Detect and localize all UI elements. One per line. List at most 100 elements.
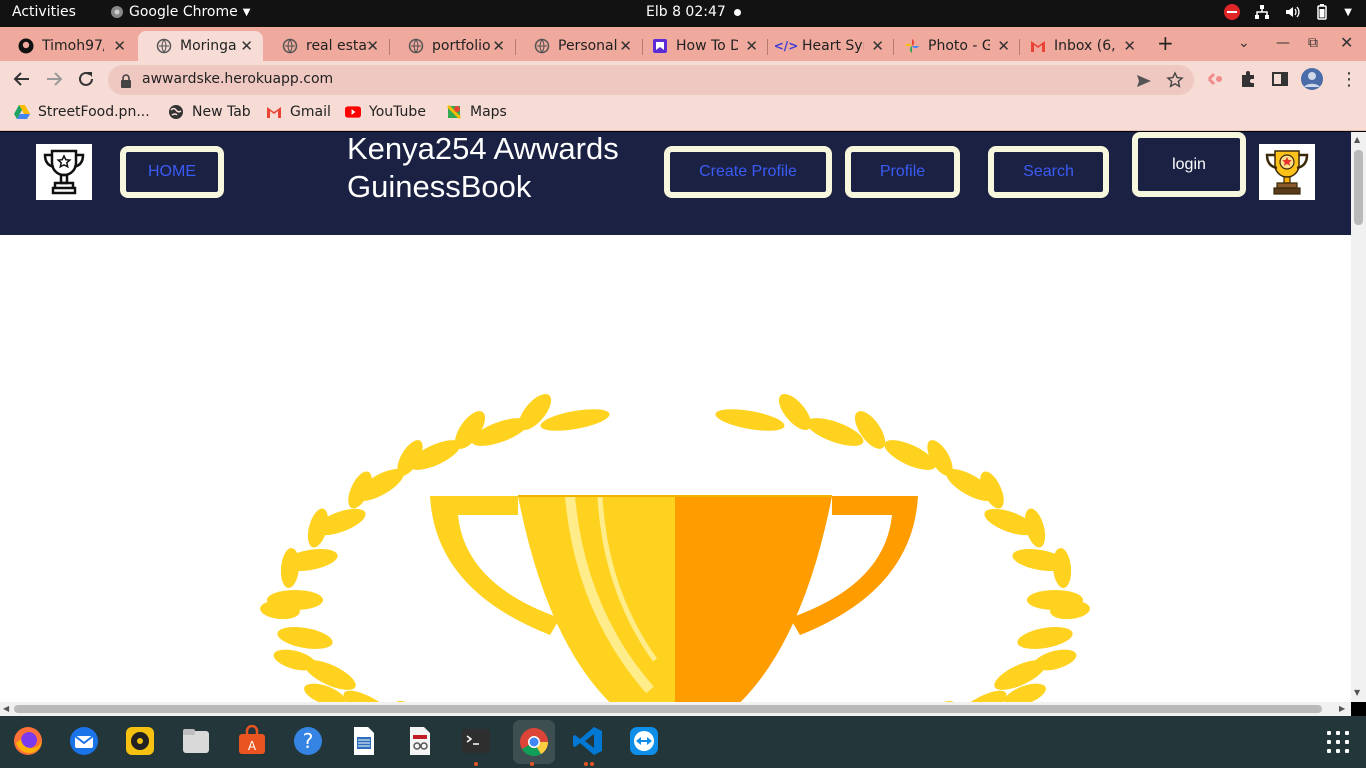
- bookmark-youtube[interactable]: YouTube: [345, 104, 426, 120]
- tab-strip: Timoh97/ ✕ Moringa ✕ real estat ✕ portfo…: [0, 27, 1366, 61]
- pinwheel-icon: [904, 38, 920, 54]
- page-viewport: HOME Kenya254 Awwards GuinessBook Create…: [0, 132, 1351, 702]
- do-not-disturb-icon[interactable]: [1224, 4, 1241, 20]
- tab-title: portfolio: [432, 38, 491, 54]
- thunderbird-icon[interactable]: [67, 724, 101, 758]
- trophy-hero-image: [260, 393, 1090, 702]
- create-profile-button[interactable]: Create Profile: [664, 146, 832, 198]
- globe-icon: [534, 38, 550, 54]
- firefox-icon[interactable]: [11, 724, 45, 758]
- help-icon[interactable]: ?: [291, 724, 325, 758]
- code-icon: </>: [773, 39, 799, 53]
- address-bar[interactable]: awwardske.herokuapp.com: [108, 65, 1194, 95]
- kebab-menu-icon[interactable]: ⋮: [1340, 69, 1358, 90]
- globe-icon: [168, 104, 184, 120]
- show-applications-icon[interactable]: [1327, 731, 1349, 753]
- close-tab-icon[interactable]: ✕: [492, 37, 505, 55]
- software-icon[interactable]: A: [235, 724, 269, 758]
- restore-icon[interactable]: ⧉: [1308, 35, 1318, 51]
- youtube-icon: [345, 104, 361, 120]
- bookmark-label: New Tab: [192, 104, 251, 120]
- vertical-scroll-thumb[interactable]: [1354, 150, 1363, 225]
- url-text[interactable]: awwardske.herokuapp.com: [142, 71, 333, 87]
- globe-icon: [408, 38, 424, 54]
- rhythmbox-icon[interactable]: [123, 724, 157, 758]
- close-tab-icon[interactable]: ✕: [240, 37, 253, 55]
- side-panel-icon[interactable]: [1271, 70, 1289, 92]
- profile-avatar[interactable]: [1301, 68, 1323, 94]
- activities-button[interactable]: Activities: [12, 4, 76, 20]
- terminal-icon[interactable]: [459, 724, 493, 758]
- document-viewer-icon[interactable]: [403, 724, 437, 758]
- chevron-down-icon: ▼: [242, 6, 251, 18]
- scroll-down-icon[interactable]: ▼: [1354, 688, 1360, 697]
- tab-title: Moringa: [180, 38, 237, 54]
- extensions-puzzle-icon[interactable]: [1239, 70, 1257, 92]
- close-tab-icon[interactable]: ✕: [366, 37, 379, 55]
- bookmark-star-icon[interactable]: [1166, 71, 1184, 93]
- bookmark-new-tab[interactable]: New Tab: [168, 104, 251, 120]
- tab-how-to[interactable]: How To D ✕: [634, 31, 768, 61]
- chrome-icon[interactable]: [513, 720, 555, 764]
- lock-icon[interactable]: [120, 73, 132, 92]
- send-tab-icon[interactable]: [1136, 73, 1152, 92]
- bookmark-maps[interactable]: Maps: [446, 104, 507, 120]
- forward-arrow-icon[interactable]: [44, 69, 64, 89]
- close-tab-icon[interactable]: ✕: [745, 37, 758, 55]
- tab-portfolio[interactable]: portfolio ✕: [390, 31, 515, 61]
- svg-text:?: ?: [303, 729, 314, 753]
- bookmark-icon: [652, 38, 668, 54]
- trophy-outline-icon[interactable]: [36, 144, 92, 200]
- minimize-icon[interactable]: —: [1276, 35, 1290, 51]
- tab-heart-syr[interactable]: </> Heart Syr ✕: [760, 31, 894, 61]
- back-arrow-icon[interactable]: [12, 69, 32, 89]
- close-tab-icon[interactable]: ✕: [997, 37, 1010, 55]
- app-menu[interactable]: Google Chrome ▼: [110, 4, 250, 20]
- login-button[interactable]: login: [1132, 132, 1246, 197]
- vertical-scrollbar[interactable]: ▲ ▼: [1351, 132, 1366, 702]
- power-menu-chevron-icon[interactable]: ▼: [1344, 7, 1352, 18]
- search-button[interactable]: Search: [988, 146, 1109, 198]
- horizontal-scroll-thumb[interactable]: [14, 705, 1322, 713]
- close-tab-icon[interactable]: ✕: [113, 37, 126, 55]
- reload-icon[interactable]: [76, 69, 96, 89]
- bookmark-streetfood[interactable]: StreetFood.pn...: [14, 104, 150, 120]
- scroll-left-icon[interactable]: ◀: [3, 704, 9, 713]
- tab-real-estate[interactable]: real estat ✕: [264, 31, 389, 61]
- vscode-icon[interactable]: [571, 724, 605, 758]
- site-navbar: HOME Kenya254 Awwards GuinessBook Create…: [0, 132, 1351, 235]
- battery-icon[interactable]: [1314, 4, 1330, 20]
- horizontal-scrollbar[interactable]: ◀ ▶: [0, 702, 1351, 716]
- teamviewer-icon[interactable]: [627, 724, 661, 758]
- scroll-right-icon[interactable]: ▶: [1339, 704, 1345, 713]
- tab-photos[interactable]: Photo - G ✕: [886, 31, 1020, 61]
- home-button[interactable]: HOME: [120, 146, 224, 198]
- tab-search-chevron-icon[interactable]: ⌄: [1238, 35, 1250, 51]
- network-icon[interactable]: [1254, 4, 1270, 20]
- bookmark-gmail[interactable]: Gmail: [266, 104, 331, 120]
- close-tab-icon[interactable]: ✕: [1123, 37, 1136, 55]
- tab-inbox[interactable]: Inbox (6, ✕: [1012, 31, 1146, 61]
- tab-moringa[interactable]: Moringa ✕: [138, 31, 263, 61]
- bookmark-label: Maps: [470, 104, 507, 120]
- close-window-icon[interactable]: ✕: [1340, 33, 1353, 52]
- close-tab-icon[interactable]: ✕: [871, 37, 884, 55]
- tab-github[interactable]: Timoh97/ ✕: [0, 31, 136, 61]
- tab-title: Personal: [558, 38, 618, 54]
- tab-personal[interactable]: Personal ✕: [516, 31, 642, 61]
- extension-icon[interactable]: [1206, 70, 1224, 92]
- volume-icon[interactable]: [1284, 4, 1300, 20]
- trophy-color-icon[interactable]: [1259, 144, 1315, 200]
- new-tab-icon[interactable]: +: [1157, 31, 1174, 55]
- scroll-up-icon[interactable]: ▲: [1354, 135, 1360, 144]
- profile-button[interactable]: Profile: [845, 146, 960, 198]
- close-tab-icon[interactable]: ✕: [619, 37, 632, 55]
- files-icon[interactable]: [179, 724, 213, 758]
- gmail-icon: [266, 104, 282, 120]
- clock[interactable]: Elb 8 02:47: [646, 4, 726, 20]
- system-tray[interactable]: ▼: [1224, 4, 1352, 20]
- writer-icon[interactable]: [347, 724, 381, 758]
- globe-icon: [156, 38, 172, 54]
- globe-icon: [282, 38, 298, 54]
- chrome-small-icon: [111, 6, 123, 18]
